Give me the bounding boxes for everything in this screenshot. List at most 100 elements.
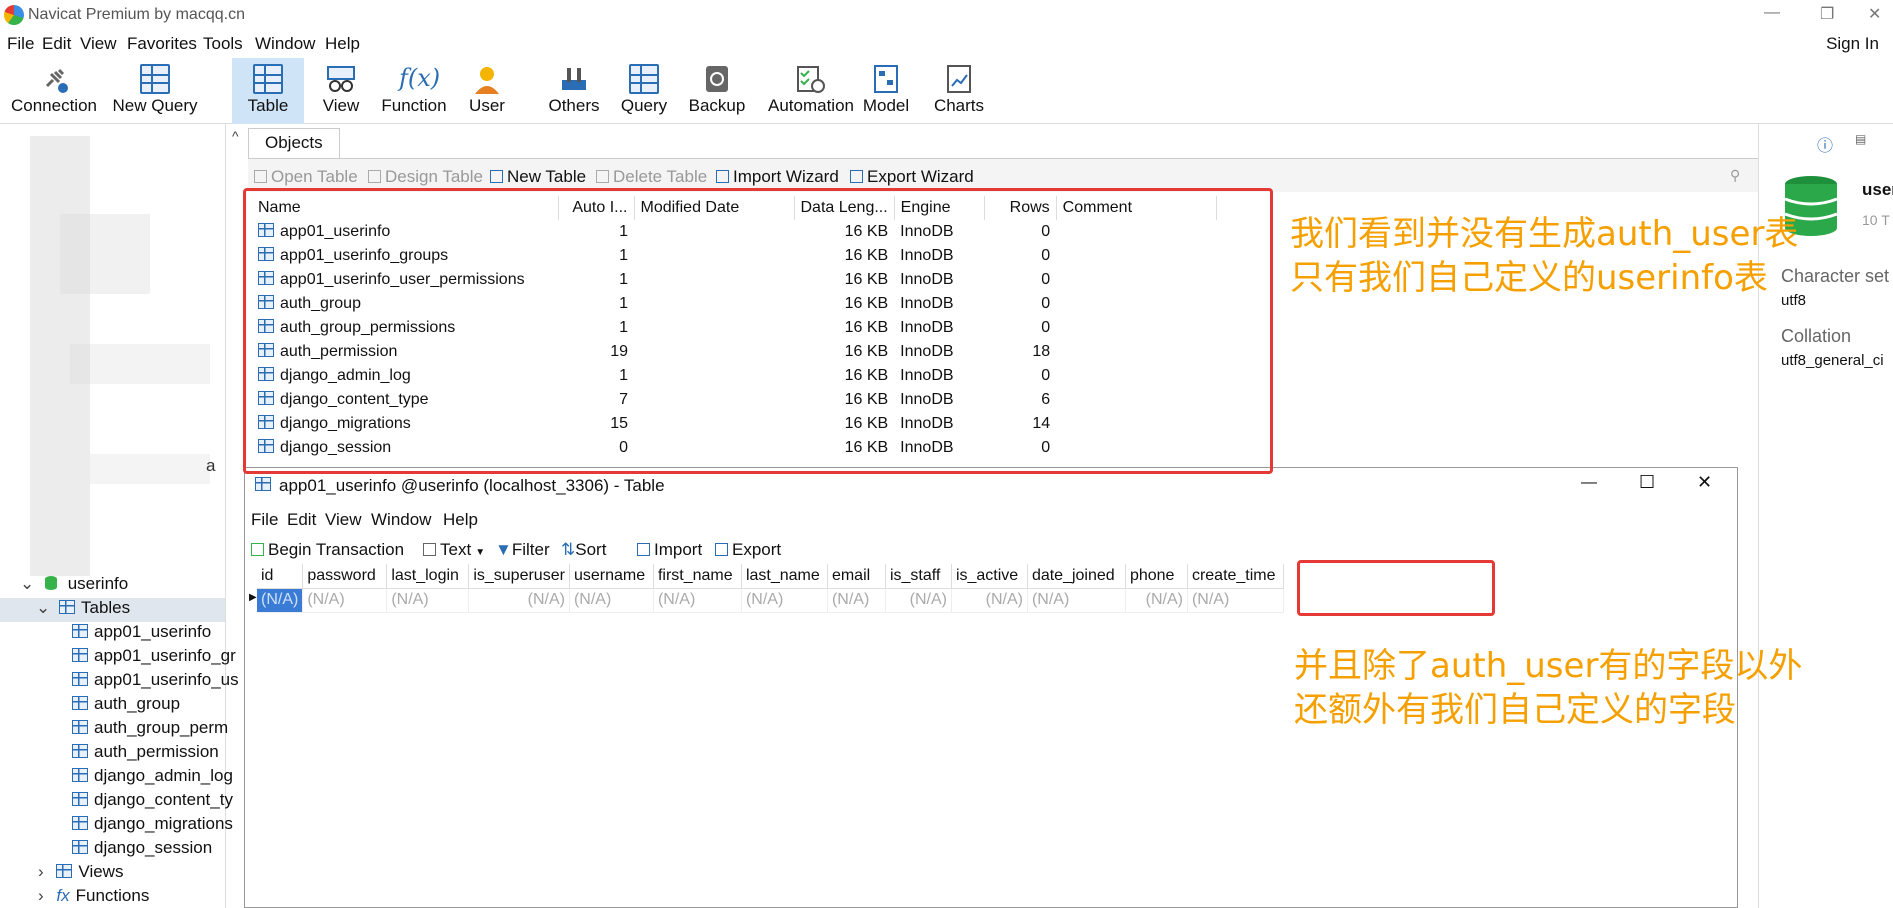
win-menu-help[interactable]: Help xyxy=(443,510,478,530)
sort-button[interactable]: ⇅Sort xyxy=(561,540,606,560)
tab-objects[interactable]: Objects xyxy=(248,128,340,158)
view-button[interactable]: View xyxy=(306,58,376,124)
field-cell[interactable]: (N/A) xyxy=(827,588,886,613)
field-header-create-time[interactable]: create_time xyxy=(1187,564,1284,589)
win-menu-view[interactable]: View xyxy=(325,510,362,530)
model-icon xyxy=(871,64,901,94)
field-cell[interactable]: (N/A) xyxy=(741,588,828,613)
field-cell[interactable]: (N/A) xyxy=(468,588,570,613)
search-icon[interactable]: ⚲ xyxy=(1730,167,1740,184)
tree-tables-label: Tables xyxy=(80,598,131,617)
tree-functions[interactable]: › fx Functions xyxy=(38,886,149,906)
charts-button[interactable]: Charts xyxy=(928,58,990,124)
import-wizard-button[interactable]: Import Wizard xyxy=(716,167,839,187)
sidebar-table-item[interactable]: django_migrations xyxy=(72,814,233,834)
field-header-last-name[interactable]: last_name xyxy=(741,564,828,589)
win-minimize-icon[interactable]: — xyxy=(1581,474,1597,492)
minimize-icon[interactable]: — xyxy=(1764,4,1780,22)
new-table-button[interactable]: New Table xyxy=(490,167,586,187)
tree-db-userinfo[interactable]: ⌄ userinfo xyxy=(20,574,128,594)
sidebar-table-item[interactable]: app01_userinfo_gr xyxy=(72,646,236,666)
field-cell[interactable]: (N/A) xyxy=(1187,588,1284,613)
field-cell[interactable]: (N/A) xyxy=(885,588,952,613)
menu-file[interactable]: File xyxy=(7,34,34,54)
sidebar-table-item[interactable]: auth_permission xyxy=(72,742,219,762)
backup-button[interactable]: Backup xyxy=(686,58,748,124)
sidebar-table-item[interactable]: django_content_ty xyxy=(72,790,233,810)
ddl-icon[interactable]: ▤ xyxy=(1855,132,1866,146)
view-label: View xyxy=(322,96,360,115)
restore-icon[interactable]: ❐ xyxy=(1820,4,1834,24)
query-button[interactable]: Query xyxy=(614,58,674,124)
field-header-first-name[interactable]: first_name xyxy=(653,564,742,589)
win-menu-file[interactable]: File xyxy=(251,510,278,530)
text-button[interactable]: Text ▼ xyxy=(423,540,485,560)
collapse-caret-icon[interactable]: ^ xyxy=(232,128,239,144)
sidebar-table-item[interactable]: auth_group xyxy=(72,694,180,714)
automation-button[interactable]: Automation xyxy=(756,58,866,124)
automation-label: Automation xyxy=(768,96,854,115)
win-maximize-icon[interactable]: ☐ xyxy=(1639,472,1655,493)
field-header-is-superuser[interactable]: is_superuser xyxy=(468,564,570,589)
field-header-is-staff[interactable]: is_staff xyxy=(885,564,952,589)
connection-button[interactable]: Connection xyxy=(8,58,100,124)
table-button[interactable]: Table xyxy=(232,58,304,124)
field-header-password[interactable]: password xyxy=(302,564,388,589)
field-cell[interactable]: (N/A) xyxy=(951,588,1028,613)
sidebar-table-item[interactable]: django_session xyxy=(72,838,212,858)
menu-edit[interactable]: Edit xyxy=(42,34,71,54)
delete-table-button[interactable]: Delete Table xyxy=(596,167,707,187)
field-cell[interactable]: (N/A) xyxy=(1125,588,1188,613)
menu-window[interactable]: Window xyxy=(255,34,315,54)
text-label: Text xyxy=(440,540,472,559)
new-query-button[interactable]: New Query xyxy=(108,58,202,124)
field-header-last-login[interactable]: last_login xyxy=(386,564,470,589)
field-header-is-active[interactable]: is_active xyxy=(951,564,1028,589)
field-cell[interactable]: (N/A) xyxy=(302,588,388,613)
table-row[interactable]: (N/A) (N/A) (N/A) (N/A) (N/A) (N/A) (N/A) (N/A)… xyxy=(257,588,1284,613)
field-header-date-joined[interactable]: date_joined xyxy=(1027,564,1126,589)
tree-tables[interactable]: ⌄ Tables xyxy=(0,598,225,622)
sidebar-table-item[interactable]: django_admin_log xyxy=(72,766,233,786)
sort-label: Sort xyxy=(575,540,607,559)
navicat-logo-icon xyxy=(4,5,24,25)
function-icon: f(x) xyxy=(399,64,441,92)
tree-views[interactable]: › Views xyxy=(38,862,123,882)
close-icon[interactable]: ✕ xyxy=(1868,4,1881,24)
function-small-icon: fx xyxy=(56,886,70,905)
function-button[interactable]: f(x) Function xyxy=(378,58,450,124)
field-cell[interactable]: (N/A) xyxy=(257,588,304,613)
others-button[interactable]: Others xyxy=(536,58,612,124)
menu-help[interactable]: Help xyxy=(325,34,360,54)
export-wizard-button[interactable]: Export Wizard xyxy=(850,167,974,187)
design-table-button[interactable]: Design Table xyxy=(368,167,483,187)
field-header-email[interactable]: email xyxy=(827,564,886,589)
field-cell[interactable]: (N/A) xyxy=(1027,588,1126,613)
filter-button[interactable]: ▼Filter xyxy=(495,540,550,560)
table-icon xyxy=(253,64,283,94)
sidebar-table-item[interactable]: app01_userinfo xyxy=(72,622,211,642)
begin-transaction-button[interactable]: Begin Transaction xyxy=(251,540,404,560)
field-cell[interactable]: (N/A) xyxy=(653,588,742,613)
menu-view[interactable]: View xyxy=(80,34,117,54)
menu-favorites[interactable]: Favorites xyxy=(127,34,197,54)
win-menu-edit[interactable]: Edit xyxy=(287,510,316,530)
field-header-id[interactable]: id xyxy=(257,564,304,589)
field-header-username[interactable]: username xyxy=(569,564,654,589)
sidebar-table-item[interactable]: app01_userinfo_us xyxy=(72,670,239,690)
open-table-button[interactable]: Open Table xyxy=(254,167,358,187)
win-menu-window[interactable]: Window xyxy=(371,510,431,530)
import-button[interactable]: Import xyxy=(637,540,702,560)
info-icon[interactable]: ⓘ xyxy=(1817,132,1833,156)
sign-in-button[interactable]: Sign In xyxy=(1826,34,1879,54)
field-cell[interactable]: (N/A) xyxy=(569,588,654,613)
user-button[interactable]: User xyxy=(456,58,518,124)
field-cell[interactable]: (N/A) xyxy=(386,588,470,613)
menu-tools[interactable]: Tools xyxy=(203,34,243,54)
sidebar-table-item[interactable]: auth_group_perm xyxy=(72,718,228,738)
table-icon xyxy=(72,816,88,830)
field-header-phone[interactable]: phone xyxy=(1125,564,1188,589)
win-close-icon[interactable]: ✕ xyxy=(1697,472,1712,493)
model-button[interactable]: Model xyxy=(854,58,918,124)
export-button[interactable]: Export xyxy=(715,540,781,560)
